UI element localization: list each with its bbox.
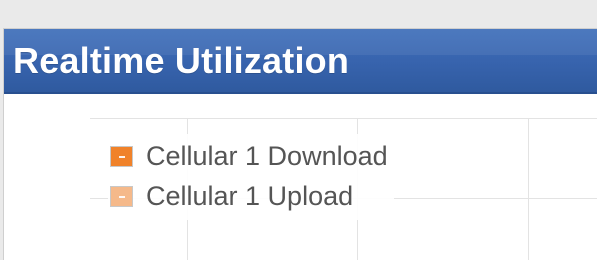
utilization-panel: Realtime Utilization Cellular 1 Download… (3, 28, 597, 260)
panel-header: Realtime Utilization (4, 29, 597, 94)
chart-legend: Cellular 1 Download Cellular 1 Upload (108, 134, 394, 220)
panel-title: Realtime Utilization (13, 40, 350, 81)
utilization-chart: Cellular 1 Download Cellular 1 Upload (4, 94, 597, 260)
download-series-swatch[interactable] (110, 145, 133, 167)
legend-label-upload: Cellular 1 Upload (146, 181, 354, 211)
chart-gridline (528, 118, 529, 260)
legend-label-download: Cellular 1 Download (146, 141, 388, 171)
swatch-minus-icon (119, 195, 125, 198)
swatch-minus-icon (119, 155, 125, 158)
legend-item-cellular-1-upload[interactable]: Cellular 1 Upload (108, 176, 388, 216)
chart-gridline (90, 118, 597, 119)
legend-item-cellular-1-download[interactable]: Cellular 1 Download (108, 136, 388, 176)
upload-series-swatch[interactable] (110, 185, 133, 207)
